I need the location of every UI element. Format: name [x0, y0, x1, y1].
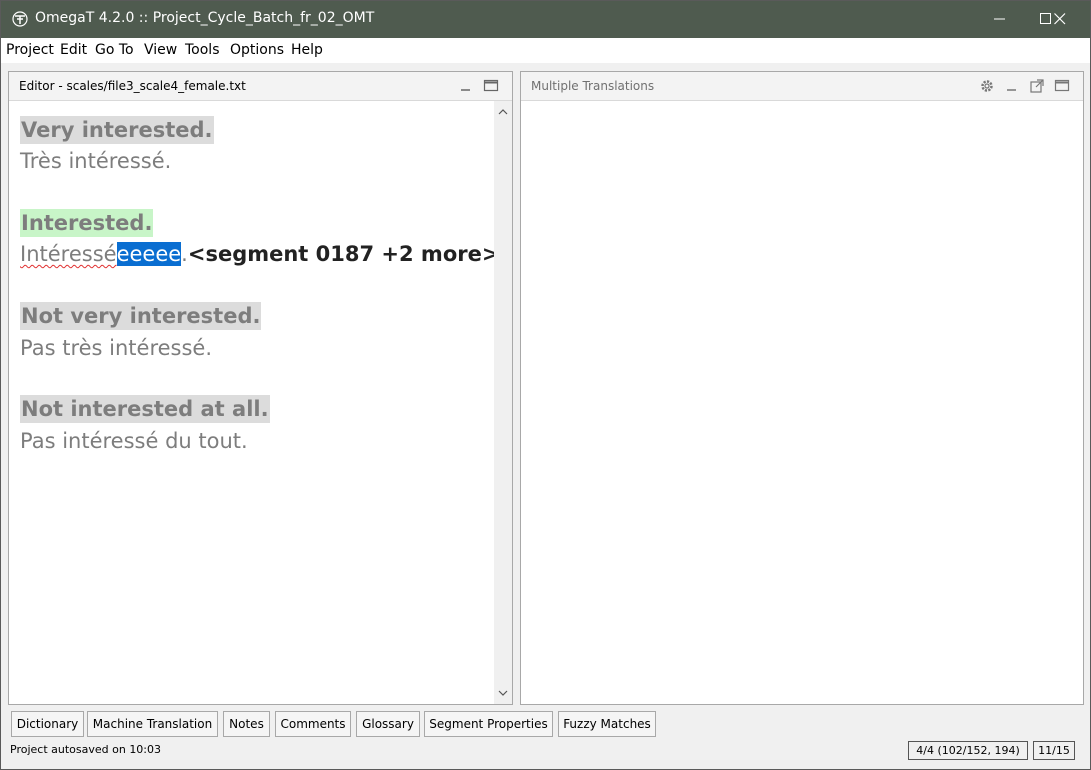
- window-title: OmegaT 4.2.0 :: Project_Cycle_Batch_fr_0…: [35, 10, 375, 26]
- segment-source[interactable]: Not interested at all.: [20, 395, 270, 423]
- target-text: Intéressé: [20, 242, 117, 266]
- editor-title: Editor - scales/file3_scale4_female.txt: [19, 79, 246, 93]
- menu-project[interactable]: Project: [6, 42, 54, 58]
- status-message: Project autosaved on 10:03: [10, 743, 162, 756]
- chevron-up-icon[interactable]: [498, 108, 508, 116]
- tab-comments[interactable]: Comments: [275, 711, 351, 737]
- tab-segment-properties[interactable]: Segment Properties: [424, 711, 553, 737]
- omegat-logo-icon: [12, 11, 28, 27]
- minimize-icon: [994, 18, 1005, 20]
- close-icon: [1054, 13, 1066, 25]
- segment-source[interactable]: Not very interested.: [20, 302, 262, 330]
- editor-pane: Editor - scales/file3_scale4_female.txt …: [8, 71, 513, 705]
- segment-target[interactable]: Très intéressé.: [20, 149, 171, 173]
- menu-bar: Project Edit Go To View Tools Options He…: [0, 38, 1091, 63]
- editor-header: Editor - scales/file3_scale4_female.txt: [9, 72, 512, 101]
- segment-marker: <segment 0187 +2 more>: [187, 242, 500, 266]
- minimize-pane-icon[interactable]: [458, 78, 474, 94]
- editor-scrollbar[interactable]: [494, 101, 512, 704]
- maximize-pane-icon[interactable]: [483, 78, 499, 94]
- segment-target[interactable]: Pas intéressé du tout.: [20, 429, 248, 453]
- multiple-translations-title: Multiple Translations: [531, 79, 655, 93]
- progress-indicator: 4/4 (102/152, 194): [908, 741, 1028, 760]
- multiple-translations-pane: Multiple Translations: [520, 71, 1084, 705]
- title-bar: OmegaT 4.2.0 :: Project_Cycle_Batch_fr_0…: [0, 0, 1091, 38]
- menu-tools[interactable]: Tools: [185, 42, 220, 58]
- target-text-end: .: [181, 242, 188, 266]
- segment-target[interactable]: Pas très intéressé.: [20, 336, 212, 360]
- tab-fuzzy-matches[interactable]: Fuzzy Matches: [558, 711, 656, 737]
- segment-counter: 11/15: [1033, 741, 1075, 760]
- menu-edit[interactable]: Edit: [60, 42, 87, 58]
- chevron-down-icon[interactable]: [498, 689, 508, 697]
- gear-icon[interactable]: [979, 78, 995, 94]
- active-segment-source[interactable]: Interested.: [20, 209, 154, 237]
- menu-go-to[interactable]: Go To: [95, 42, 134, 58]
- multiple-translations-header: Multiple Translations: [521, 72, 1083, 101]
- selected-text: eeeee: [116, 242, 182, 266]
- segment-source[interactable]: Very interested.: [20, 116, 214, 144]
- close-button[interactable]: [1037, 0, 1083, 38]
- minimize-pane-icon[interactable]: [1004, 78, 1020, 94]
- menu-options[interactable]: Options: [230, 42, 284, 58]
- tab-dictionary[interactable]: Dictionary: [11, 711, 84, 737]
- undock-icon[interactable]: [1029, 78, 1045, 94]
- active-segment-target[interactable]: Intéresséeeeee.<segment 0187 +2 more>: [20, 242, 499, 266]
- tab-notes[interactable]: Notes: [223, 711, 270, 737]
- menu-view[interactable]: View: [144, 42, 177, 58]
- menu-help[interactable]: Help: [291, 42, 323, 58]
- minimize-button[interactable]: [977, 0, 1023, 38]
- tab-machine-translation[interactable]: Machine Translation: [87, 711, 218, 737]
- tab-glossary[interactable]: Glossary: [356, 711, 420, 737]
- maximize-pane-icon[interactable]: [1054, 78, 1070, 94]
